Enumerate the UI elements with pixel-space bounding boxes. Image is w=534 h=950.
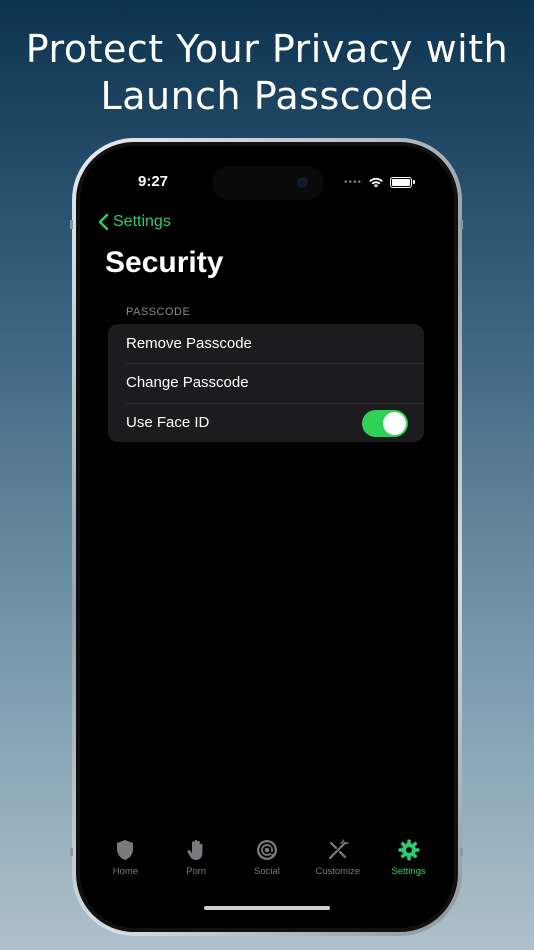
phone-screen: 9:27 •••• Settings Security PASSCODE Rem… (80, 146, 454, 928)
back-button-label: Settings (113, 213, 171, 230)
tab-label: Customize (315, 866, 361, 877)
tab-customize[interactable]: Customize (304, 838, 372, 928)
tab-social[interactable]: Social (233, 838, 301, 928)
tab-label: Social (254, 866, 280, 877)
gear-icon (398, 839, 420, 861)
tab-label: Home (112, 866, 139, 877)
tab-settings[interactable]: Settings (375, 838, 443, 928)
tab-bar: Home Porn Social Customize Settings (80, 836, 454, 928)
phone-side-button (460, 220, 463, 229)
tab-porn[interactable]: Porn (162, 838, 230, 928)
headline: Protect Your Privacy with Launch Passcod… (0, 26, 534, 120)
wand-icon (328, 839, 349, 860)
change-passcode-row[interactable]: Change Passcode (108, 363, 424, 402)
toggle-knob (383, 411, 406, 435)
remove-passcode-row[interactable]: Remove Passcode (108, 324, 424, 363)
hand-icon (187, 839, 203, 860)
row-label: Remove Passcode (126, 335, 252, 353)
row-label: Change Passcode (126, 374, 249, 392)
wifi-icon (369, 177, 383, 188)
cellular-signal-icon: •••• (343, 176, 362, 188)
status-time: 9:27 (138, 173, 169, 190)
back-button[interactable]: Settings (98, 213, 171, 231)
row-label: Use Face ID (126, 413, 210, 431)
use-face-id-row: Use Face ID (108, 402, 424, 442)
page-title: Security (105, 246, 224, 279)
dynamic-island (212, 166, 324, 200)
tab-label: Settings (391, 866, 426, 877)
passcode-settings-group: Remove Passcode Change Passcode Use Face… (108, 324, 424, 442)
status-indicators: •••• (343, 176, 415, 188)
headline-line-2: Launch Passcode (100, 74, 434, 118)
home-indicator (204, 906, 330, 910)
battery-icon (390, 176, 415, 188)
tab-label: Porn (186, 866, 207, 877)
section-header-passcode: PASSCODE (126, 306, 191, 318)
chevron-left-icon (98, 213, 109, 231)
phone-side-button (70, 220, 73, 229)
battery-level (392, 178, 410, 186)
camera-icon (297, 177, 308, 188)
headline-line-1: Protect Your Privacy with (25, 27, 509, 71)
phone-side-button (460, 848, 463, 856)
shield-icon (117, 840, 134, 860)
face-id-toggle[interactable] (362, 409, 408, 437)
at-icon (256, 840, 277, 860)
phone-side-button (70, 848, 73, 856)
tab-home[interactable]: Home (91, 838, 159, 928)
